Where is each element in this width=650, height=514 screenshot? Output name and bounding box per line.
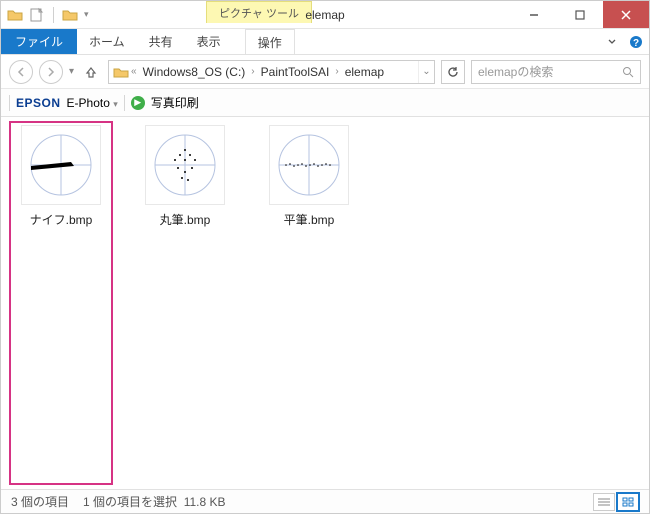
ribbon-expand-icon[interactable] <box>601 29 623 54</box>
details-view-button[interactable] <box>593 493 615 511</box>
file-name: 丸筆.bmp <box>137 211 233 228</box>
breadcrumb-segment[interactable]: Windows8_OS (C:) <box>139 65 250 79</box>
chevron-right-icon[interactable]: › <box>249 66 256 77</box>
tab-file[interactable]: ファイル <box>1 29 77 54</box>
breadcrumb-segment[interactable]: PaintToolSAI <box>257 65 334 79</box>
file-item[interactable]: ナイフ.bmp <box>13 125 109 481</box>
epson-print-button[interactable]: 写真印刷 <box>151 94 199 111</box>
tab-manage[interactable]: 操作 <box>245 29 295 54</box>
tab-home[interactable]: ホーム <box>77 29 137 54</box>
epson-toolbar: EPSON E-Photo ▾ ▶ 写真印刷 <box>1 89 649 117</box>
up-button[interactable] <box>80 65 102 79</box>
new-folder-icon[interactable] <box>29 7 45 23</box>
status-bar: 3 個の項目 1 個の項目を選択 11.8 KB <box>1 489 649 513</box>
file-thumbnail <box>145 125 225 205</box>
address-dropdown-icon[interactable]: ⌄ <box>418 61 434 83</box>
close-button[interactable] <box>603 1 649 28</box>
file-name: ナイフ.bmp <box>13 211 109 228</box>
epson-logo: EPSON <box>16 96 61 110</box>
separator <box>124 95 125 111</box>
ribbon-tabs: ファイル ホーム 共有 表示 操作 ? <box>1 29 649 55</box>
folder-icon <box>7 7 23 23</box>
nav-toolbar: ▾ « Windows8_OS (C:) › PaintToolSAI › el… <box>1 55 649 89</box>
refresh-button[interactable] <box>441 60 465 84</box>
file-list[interactable]: ナイフ.bmp 丸筆.bmp <box>1 117 649 489</box>
quick-access-toolbar: ▾ <box>1 1 89 28</box>
tab-share[interactable]: 共有 <box>137 29 185 54</box>
history-dropdown-icon[interactable]: ▾ <box>69 66 74 77</box>
file-item[interactable]: 平筆.bmp <box>261 125 357 481</box>
search-input[interactable]: elemapの検索 <box>471 60 641 84</box>
file-thumbnail <box>269 125 349 205</box>
address-bar[interactable]: « Windows8_OS (C:) › PaintToolSAI › elem… <box>108 60 435 84</box>
minimize-button[interactable] <box>511 1 557 28</box>
back-button[interactable] <box>9 60 33 84</box>
separator <box>9 95 10 111</box>
qat-separator <box>53 7 54 23</box>
svg-text:?: ? <box>633 38 639 49</box>
print-icon: ▶ <box>131 96 145 110</box>
chevron-right-icon[interactable]: › <box>333 66 340 77</box>
folder-icon <box>113 64 129 80</box>
status-selection: 1 個の項目を選択 11.8 KB <box>83 493 226 510</box>
file-item[interactable]: 丸筆.bmp <box>137 125 233 481</box>
forward-button[interactable] <box>39 60 63 84</box>
file-name: 平筆.bmp <box>261 211 357 228</box>
icons-view-button[interactable] <box>617 493 639 511</box>
search-icon <box>622 66 634 78</box>
context-tab-header: ピクチャ ツール <box>206 1 312 23</box>
file-thumbnail <box>21 125 101 205</box>
epson-product-label[interactable]: E-Photo ▾ <box>67 96 118 110</box>
help-button[interactable]: ? <box>623 29 649 54</box>
chevron-icon[interactable]: « <box>129 66 139 77</box>
tab-view[interactable]: 表示 <box>185 29 233 54</box>
open-folder-icon[interactable] <box>62 7 78 23</box>
status-item-count: 3 個の項目 <box>11 493 69 510</box>
search-placeholder: elemapの検索 <box>478 63 553 80</box>
titlebar: ▾ ピクチャ ツール elemap <box>1 1 649 29</box>
maximize-button[interactable] <box>557 1 603 28</box>
qat-dropdown-icon[interactable]: ▾ <box>84 9 89 20</box>
breadcrumb-segment[interactable]: elemap <box>341 65 388 79</box>
